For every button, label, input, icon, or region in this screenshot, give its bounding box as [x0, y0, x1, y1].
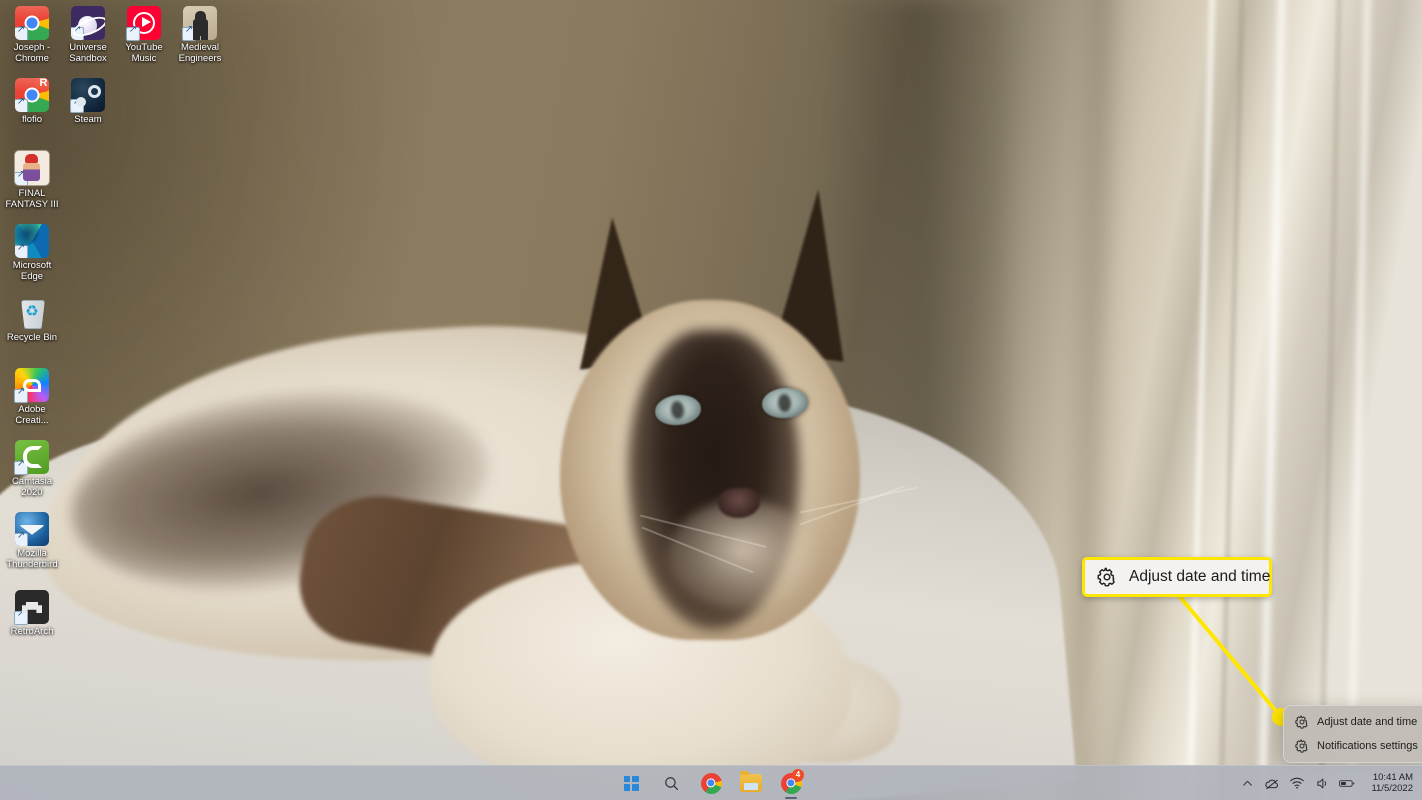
desktop-icon-label: Joseph - Chrome [13, 42, 51, 64]
taskbar-system-tray: 10:41 AM 11/5/2022 [1239, 766, 1416, 800]
chrome-icon [15, 6, 49, 40]
context-menu-item-label: Notifications settings [1317, 740, 1418, 752]
windows-logo-icon [623, 775, 639, 791]
context-menu-item-adjust-date-and-time[interactable]: Adjust date and time [1287, 710, 1422, 734]
taskbar-clock-time: 10:41 AM [1372, 772, 1413, 783]
shortcut-arrow-icon [14, 458, 28, 475]
microsoft-edge-icon [15, 224, 49, 258]
camtasia-icon [14, 440, 49, 475]
taskbar: 4 10:41 AM 11/5/2022 [0, 765, 1422, 800]
battery-tray-button[interactable] [1339, 775, 1355, 791]
network-tray-button[interactable] [1289, 775, 1305, 791]
shortcut-arrow-icon [14, 608, 28, 625]
final-fantasy-iii-icon [14, 150, 50, 186]
search-button[interactable] [657, 769, 685, 797]
gear-icon [1295, 739, 1308, 753]
battery-icon [1339, 779, 1355, 787]
desktop-icon-label: FINAL FANTASY III [5, 188, 59, 210]
gear-icon [1295, 715, 1308, 729]
desktop-icon[interactable]: Camtasia 2020 [4, 440, 60, 498]
cloud-slash-icon [1265, 779, 1279, 789]
desktop-icon-label: Microsoft Edge [12, 260, 52, 282]
desktop-icon-badge: R [35, 78, 49, 92]
shortcut-arrow-icon [70, 96, 84, 113]
shortcut-arrow-icon [15, 24, 28, 40]
adobe-creative-cloud-icon [14, 368, 49, 403]
desktop-icon-label: flofio [21, 114, 43, 125]
desktop-icon-label: Mozilla Thunderbird [6, 548, 58, 570]
start-button[interactable] [617, 769, 645, 797]
desktop-icon-label: Steam [74, 114, 102, 125]
show-hidden-icons-button[interactable] [1239, 775, 1255, 791]
desktop-icon-label: RetroArch [10, 626, 54, 637]
shortcut-arrow-icon [15, 96, 28, 112]
desktop-screen: Joseph - Chrome Universe Sandbox YouTube M… [0, 0, 1422, 800]
desktop-icon-label: Adobe Creati... [15, 404, 49, 426]
folder-icon [740, 771, 762, 792]
volume-tray-button[interactable] [1314, 775, 1330, 791]
shortcut-arrow-icon [15, 169, 28, 185]
desktop-icon-label: Camtasia 2020 [11, 476, 53, 498]
search-icon [664, 776, 678, 790]
desktop-icon[interactable]: YouTube Music [116, 6, 172, 64]
desktop-icon[interactable]: Universe Sandbox [60, 6, 116, 64]
desktop-icon[interactable]: FINAL FANTASY III [4, 150, 60, 210]
chrome-icon [700, 772, 722, 794]
shortcut-arrow-icon [126, 24, 140, 41]
desktop-icon[interactable]: Mozilla Thunderbird [4, 512, 60, 570]
desktop-icon-label: Universe Sandbox [69, 42, 107, 64]
shortcut-arrow-icon [71, 24, 84, 40]
taskbar-clock-date: 11/5/2022 [1371, 783, 1413, 794]
universe-sandbox-icon [71, 6, 105, 40]
taskbar-clock-context-menu[interactable]: Adjust date and time Notifications setti… [1283, 705, 1422, 763]
context-menu-item-label: Adjust date and time [1317, 716, 1418, 728]
context-menu-item-notifications-settings[interactable]: Notifications settings [1287, 734, 1422, 758]
taskbar-chrome-window-button[interactable]: 4 [777, 769, 805, 797]
medieval-engineers-icon [182, 6, 217, 41]
desktop-icon[interactable]: Microsoft Edge [4, 224, 60, 282]
recycle-bin-icon [15, 296, 49, 330]
desktop-icon[interactable]: Rflofio [4, 78, 60, 126]
shortcut-arrow-icon [15, 530, 28, 546]
desktop-icon[interactable]: Joseph - Chrome [4, 6, 60, 64]
taskbar-center-buttons: 4 [617, 769, 805, 797]
shortcut-arrow-icon [15, 242, 28, 258]
desktop-icon[interactable]: Recycle Bin [4, 296, 60, 344]
desktop-icon[interactable]: Steam [60, 78, 116, 126]
youtube-music-icon [126, 6, 161, 41]
chrome-icon: R [15, 78, 49, 112]
taskbar-chrome-button[interactable] [697, 769, 725, 797]
gear-icon [1097, 567, 1115, 587]
taskbar-clock[interactable]: 10:41 AM 11/5/2022 [1368, 772, 1416, 794]
steam-icon [70, 78, 105, 113]
chevron-up-icon [1243, 780, 1252, 786]
mozilla-thunderbird-icon [15, 512, 49, 546]
onedrive-tray-button[interactable] [1264, 775, 1280, 791]
speaker-icon [1317, 778, 1327, 788]
retroarch-icon [14, 590, 49, 625]
callout-highlight-box: Adjust date and time [1082, 557, 1272, 597]
desktop-icon[interactable]: Adobe Creati... [4, 368, 60, 426]
desktop-icon[interactable]: Medieval Engineers [172, 6, 228, 64]
shortcut-arrow-icon [182, 24, 196, 41]
shortcut-arrow-icon [14, 386, 28, 403]
chrome-notification-badge: 4 [792, 769, 804, 781]
taskbar-file-explorer-button[interactable] [737, 769, 765, 797]
callout-label: Adjust date and time [1129, 568, 1271, 585]
desktop-icon-label: YouTube Music [125, 42, 163, 64]
desktop-icon[interactable]: RetroArch [4, 590, 60, 638]
desktop-icon-grid: Joseph - Chrome Universe Sandbox YouTube M… [0, 0, 230, 760]
desktop-icon-label: Medieval Engineers [178, 42, 222, 64]
wifi-icon [1290, 777, 1305, 789]
desktop-icon-label: Recycle Bin [6, 332, 58, 343]
